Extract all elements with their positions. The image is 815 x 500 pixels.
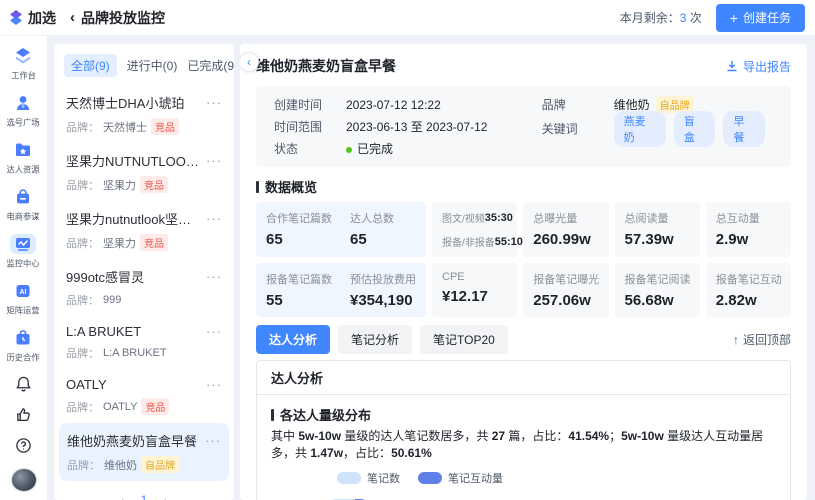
legend-notes-swatch: [337, 472, 361, 484]
time-range: 2023-06-13 至 2023-07-12: [346, 118, 487, 135]
more-icon[interactable]: ···: [202, 269, 222, 284]
talent-resource-icon: [10, 140, 36, 160]
sidebar-item-history-cooperation[interactable]: 历史合作: [5, 328, 41, 364]
stat-card: 总互动量2.9w: [706, 202, 791, 257]
more-icon[interactable]: ···: [202, 377, 222, 392]
tab-talent-analysis[interactable]: 达人分析: [256, 325, 330, 354]
distribution-summary: 其中 5w-10w 量级的达人笔记数居多，共 27 篇，占比：41.54%；5w…: [271, 428, 776, 462]
chart-legend: 笔记数 笔记互动量: [337, 470, 776, 486]
stat-card: 合作笔记篇数65 达人总数65: [256, 202, 426, 257]
page-number[interactable]: 1: [141, 493, 148, 500]
stat-card: 总阅读量57.39w: [615, 202, 700, 257]
stats-row-1: 合作笔记篇数65 达人总数65 图文/视频35:30 报备/非报备55:10 总…: [256, 202, 791, 257]
keyword-tag: 早餐: [723, 111, 765, 147]
task-item[interactable]: 999otc感冒灵··· 品牌：999: [54, 259, 234, 316]
tab-note-analysis[interactable]: 笔记分析: [338, 325, 412, 354]
user-avatar[interactable]: [11, 468, 37, 492]
task-item-selected[interactable]: 维他奶燕麦奶盲盒早餐··· 品牌：维他奶自品牌: [59, 423, 229, 481]
task-item[interactable]: 坚果力nutnutlook坚果力··· 品牌：坚果力竞品: [54, 201, 234, 259]
export-report-button[interactable]: 导出报告: [726, 58, 791, 75]
more-icon[interactable]: ···: [201, 433, 221, 448]
breadcrumb: ‹ 品牌投放监控: [70, 8, 165, 28]
stat-card: 报备笔记互动2.82w: [706, 263, 791, 317]
top-bar: 加选 ‹ 品牌投放监控 本月剩余：3 次 + 创建任务: [0, 0, 815, 36]
logo-text: 加选: [28, 8, 56, 28]
back-to-top-button[interactable]: ↑返回顶部: [733, 331, 791, 348]
talent-analysis-card: 达人分析 各达人量级分布 其中 5w-10w 量级的达人笔记数居多，共 27 篇…: [256, 360, 791, 500]
keyword-tag: 燕麦奶: [614, 111, 666, 147]
analysis-tabs: 达人分析 笔记分析 笔记TOP20 ↑返回顶部: [256, 325, 791, 354]
selection-plaza-icon: [10, 93, 36, 113]
chart-row: 5k以下: [271, 494, 776, 500]
competitor-badge: 竞品: [140, 234, 168, 251]
sidebar-item-talent-resource[interactable]: 达人资源: [5, 140, 41, 176]
tab-all[interactable]: 全部(9): [64, 54, 117, 77]
task-item[interactable]: L:A BRUKET··· 品牌：L:A BRUKET: [54, 316, 234, 369]
sidebar-item-monitor-center[interactable]: 监控中心: [5, 234, 41, 270]
create-task-button[interactable]: + 创建任务: [716, 4, 805, 32]
monitor-center-icon: [10, 234, 36, 254]
download-icon: [726, 60, 738, 72]
detail-panel: ‹ 维他奶燕麦奶盲盒早餐 导出报告 创建时间2023-07-12 12:22 时…: [240, 44, 807, 500]
page-title: 品牌投放监控: [81, 8, 165, 28]
notification-bell-icon[interactable]: [15, 375, 32, 392]
stat-card: 总曝光量260.99w: [523, 202, 608, 257]
next-page-icon[interactable]: ›: [163, 493, 167, 500]
tab-completed[interactable]: 已完成(9): [187, 57, 234, 74]
plus-icon: +: [730, 11, 738, 25]
status-badge: 已完成: [346, 140, 393, 157]
created-time: 2023-07-12 12:22: [346, 98, 441, 112]
more-icon[interactable]: ···: [202, 211, 222, 226]
workbench-icon: [10, 46, 36, 66]
competitor-badge: 竞品: [151, 118, 179, 135]
stats-row-2: 报备笔记篇数55 预估投放费用¥354,190 CPE¥12.17 报备笔记曝光…: [256, 263, 791, 317]
competitor-badge: 竞品: [141, 398, 169, 415]
sidebar: 工作台 选号广场 达人资源 电商参谋 监控中心 AI 矩阵运营 历史合作: [0, 36, 48, 500]
ecommerce-advisor-icon: [10, 187, 36, 207]
analysis-card-title: 达人分析: [257, 361, 790, 395]
pagination: ‹ 1 ›: [54, 481, 234, 500]
status-dot: [346, 147, 352, 153]
stat-card-ratio: 图文/视频35:30 报备/非报备55:10: [432, 202, 517, 257]
arrow-up-icon: ↑: [733, 333, 739, 347]
help-icon[interactable]: [15, 437, 32, 454]
prev-page-icon[interactable]: ‹: [121, 493, 125, 500]
own-brand-badge: 自品牌: [141, 456, 179, 473]
logo-icon: [8, 10, 24, 26]
task-title: 维他奶燕麦奶盲盒早餐: [256, 56, 396, 76]
back-chevron-icon[interactable]: ‹: [70, 9, 75, 26]
task-list-panel: 全部(9) 进行中(0) 已完成(9) 天然博士DHA小琥珀··· 品牌：天然博…: [54, 44, 234, 500]
svg-text:AI: AI: [20, 289, 27, 296]
task-item[interactable]: 天然博士DHA小琥珀··· 品牌：天然博士竞品: [54, 85, 234, 143]
tab-note-top20[interactable]: 笔记TOP20: [420, 325, 508, 354]
task-item[interactable]: 坚果力NUTNUTLOOK坚果力...··· 品牌：坚果力竞品: [54, 143, 234, 201]
task-item[interactable]: OATLY··· 品牌：OATLY竞品: [54, 369, 234, 423]
matrix-ai-icon: AI: [10, 281, 36, 301]
overview-section-header: 数据概览: [256, 177, 791, 196]
sidebar-item-ecommerce-advisor[interactable]: 电商参谋: [5, 187, 41, 223]
more-icon[interactable]: ···: [202, 153, 222, 168]
task-list-tabs: 全部(9) 进行中(0) 已完成(9): [54, 44, 234, 85]
tab-in-progress[interactable]: 进行中(0): [127, 57, 178, 74]
monthly-quota: 本月剩余：3 次: [620, 9, 702, 26]
keyword-tag: 盲盒: [674, 111, 716, 147]
stat-card: 报备笔记阅读56.68w: [615, 263, 700, 317]
more-icon[interactable]: ···: [202, 324, 222, 339]
legend-interaction-swatch: [418, 472, 442, 484]
more-icon[interactable]: ···: [202, 95, 222, 110]
stat-card: 报备笔记篇数55 预估投放费用¥354,190: [256, 263, 426, 317]
sidebar-item-workbench[interactable]: 工作台: [10, 46, 37, 82]
stat-card: 报备笔记曝光257.06w: [523, 263, 608, 317]
collapse-panel-icon[interactable]: ‹: [240, 52, 259, 72]
history-coop-icon: [10, 328, 36, 348]
distribution-section-header: 各达人量级分布: [271, 405, 776, 424]
sidebar-item-matrix-operation[interactable]: AI 矩阵运营: [5, 281, 41, 317]
competitor-badge: 竞品: [140, 176, 168, 193]
sidebar-item-selection-plaza[interactable]: 选号广场: [5, 93, 41, 129]
app-logo[interactable]: 加选: [0, 8, 56, 28]
task-info-box: 创建时间2023-07-12 12:22 时间范围2023-06-13 至 20…: [256, 86, 791, 167]
talent-level-bar-chart: 5k以下 5k-1w 1w-5w: [271, 494, 776, 500]
feedback-icon[interactable]: [15, 406, 32, 423]
stat-card: CPE¥12.17: [432, 263, 517, 317]
